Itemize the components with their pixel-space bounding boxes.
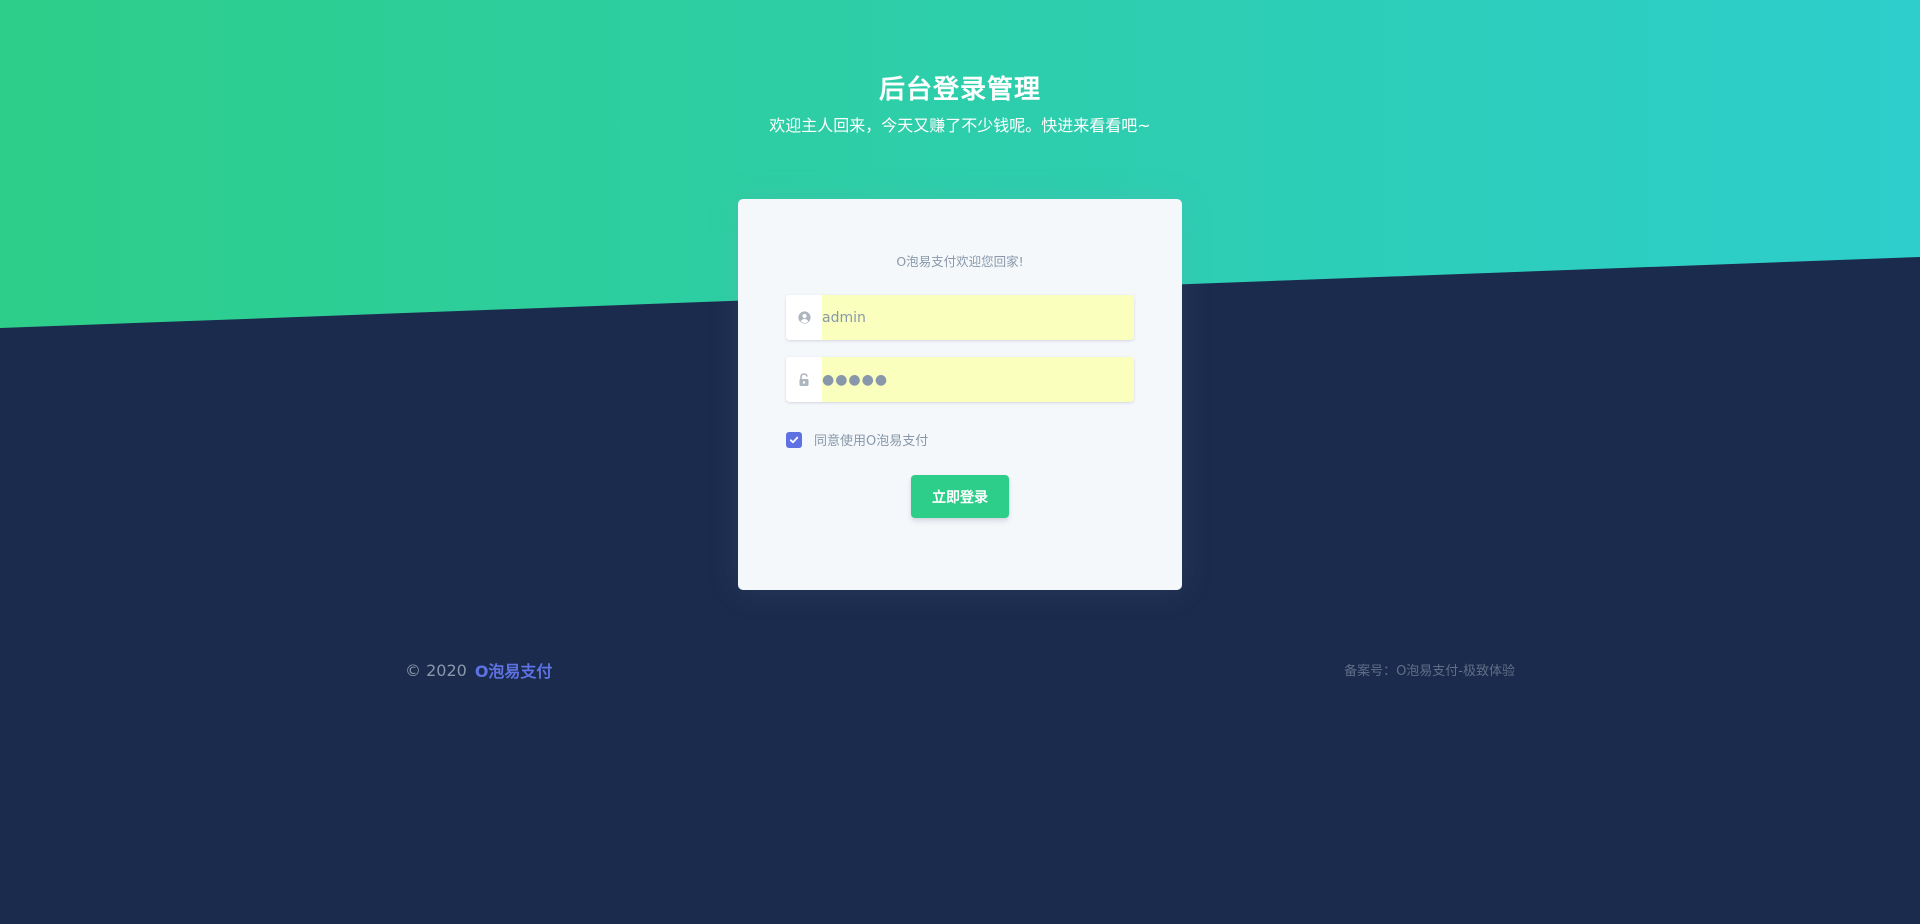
login-greeting: O泡易支付欢迎您回家! xyxy=(896,254,1024,269)
username-field[interactable]: admin xyxy=(822,295,1134,340)
agree-label[interactable]: 同意使用O泡易支付 xyxy=(814,430,928,449)
agree-row: 同意使用O泡易支付 xyxy=(786,430,928,449)
footer-icp: 备案号：O泡易支付-极致体验 xyxy=(1344,664,1515,679)
login-card: O泡易支付欢迎您回家! admin ●●●●● 同意使用O泡易支付 立即登录 xyxy=(738,199,1182,590)
check-icon xyxy=(789,436,799,443)
user-circle-icon xyxy=(786,295,822,340)
page-title: 后台登录管理 xyxy=(878,75,1041,105)
copyright-text: © 2020 xyxy=(405,660,467,680)
page-header: 后台登录管理 欢迎主人回来，今天又赚了不少钱呢。快进来看看吧~ xyxy=(0,72,1920,138)
password-field[interactable]: ●●●●● xyxy=(822,357,1134,402)
password-input-group: ●●●●● xyxy=(786,357,1134,402)
footer-copyright: © 2020 O泡易支付 xyxy=(405,658,552,682)
username-input-group: admin xyxy=(786,295,1134,340)
username-value: admin xyxy=(822,309,866,326)
unlock-icon xyxy=(786,357,822,402)
agree-checkbox[interactable] xyxy=(786,431,802,448)
login-button[interactable]: 立即登录 xyxy=(911,475,1009,518)
password-value: ●●●●● xyxy=(822,371,889,388)
footer-brand-link[interactable]: O泡易支付 xyxy=(475,658,553,682)
page-subtitle: 欢迎主人回来，今天又赚了不少钱呢。快进来看看吧~ xyxy=(769,116,1151,135)
login-page: 后台登录管理 欢迎主人回来，今天又赚了不少钱呢。快进来看看吧~ O泡易支付欢迎您… xyxy=(0,0,1920,924)
